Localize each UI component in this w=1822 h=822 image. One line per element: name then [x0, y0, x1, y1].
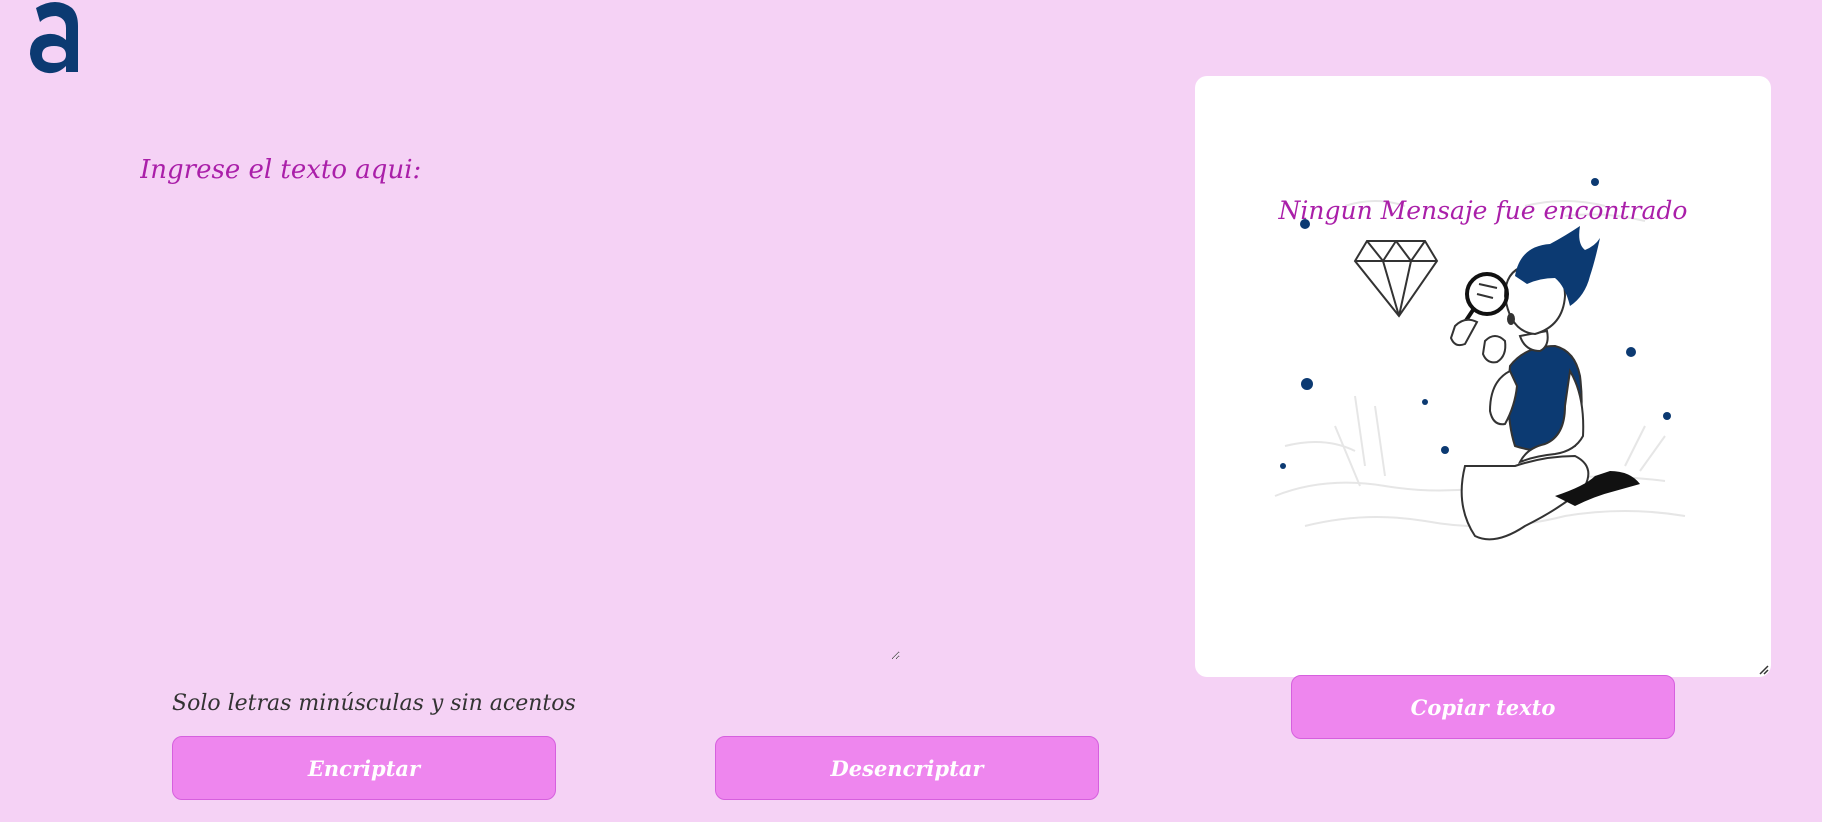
- resize-grip-icon[interactable]: [1757, 663, 1769, 675]
- encrypt-button[interactable]: Encriptar: [172, 736, 556, 800]
- copy-button[interactable]: Copiar texto: [1291, 675, 1675, 739]
- input-hint-text: Solo letras minúsculas y sin acentos: [172, 690, 576, 716]
- input-hint: Solo letras minúsculas y sin acentos: [172, 688, 576, 718]
- decrypt-button[interactable]: Desencriptar: [715, 736, 1099, 800]
- message-input[interactable]: [140, 155, 900, 660]
- output-panel[interactable]: Ningun Mensaje fue encontrado: [1195, 76, 1771, 677]
- person-with-magnifier-icon: [1274, 178, 1686, 541]
- no-message-text: Ningun Mensaje fue encontrado: [1278, 196, 1688, 225]
- alura-logo-icon: [30, 2, 78, 74]
